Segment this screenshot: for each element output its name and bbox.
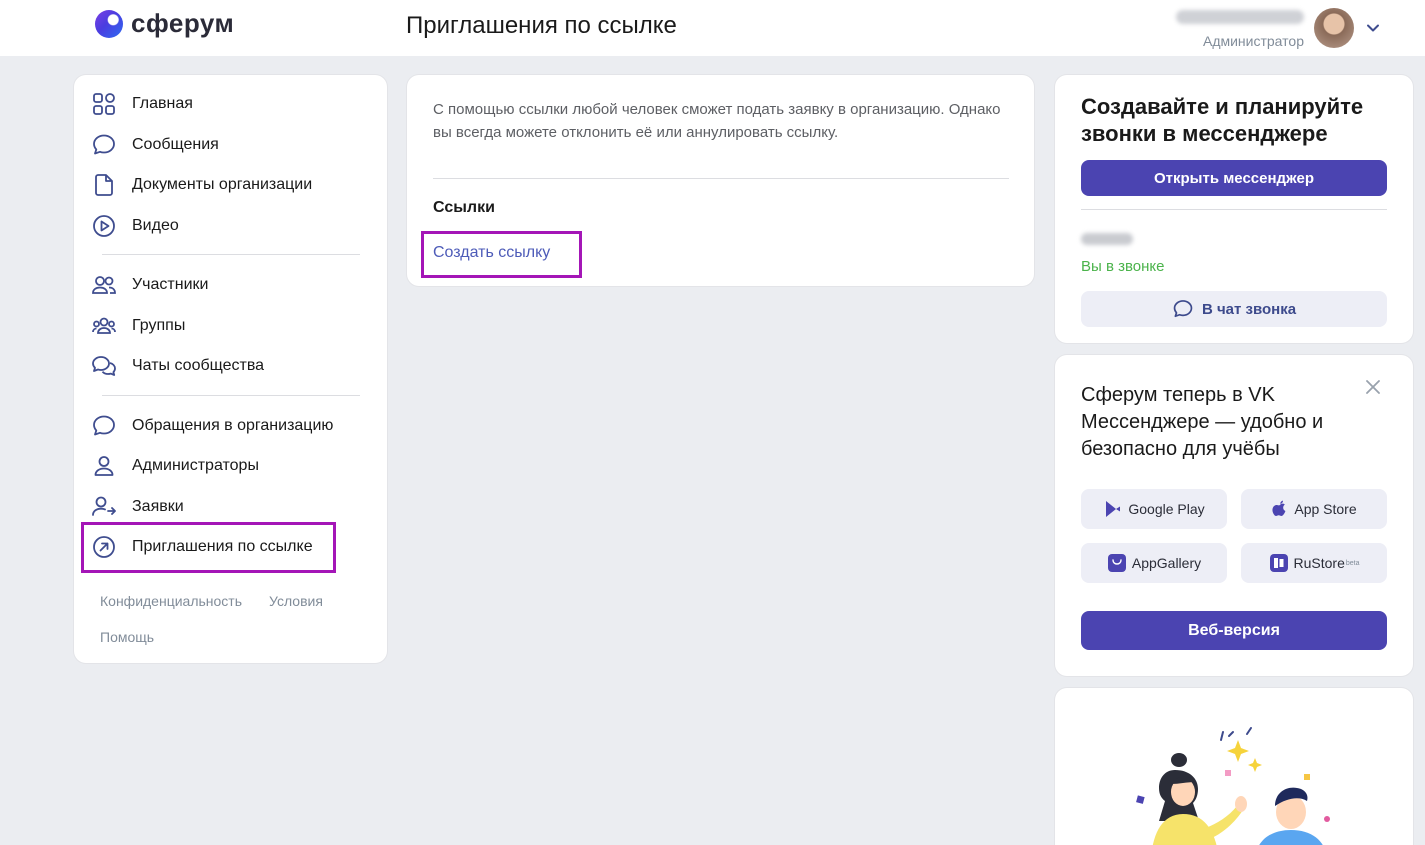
sidebar-item-label: Видео [132,217,179,234]
app-gallery-icon [1107,553,1127,573]
app-gallery-label: AppGallery [1131,555,1202,571]
links-section-title: Ссылки [433,199,495,216]
user-menu[interactable]: Администратор [1176,6,1380,49]
chats-icon [90,352,118,380]
app-store-label: App Store [1294,501,1357,517]
app-gallery-button[interactable]: AppGallery [1081,543,1227,583]
user-role: Администратор [1202,33,1304,49]
calls-card: Создавайте и планируйте звонки в мессенд… [1055,75,1413,343]
illustration-card [1055,688,1413,845]
call-name-blurred [1081,233,1133,245]
top-header: сферум Приглашения по ссылке Администрат… [0,0,1425,56]
user-icon [90,452,118,480]
sidebar-item-label: Администраторы [132,457,259,474]
sidebar: Главная Сообщения Документы организации … [74,75,387,663]
help-link[interactable]: Помощь [100,629,154,645]
message-icon [90,131,118,159]
sidebar-item-groups[interactable]: Группы [90,308,185,344]
sidebar-item-requests[interactable]: Заявки [90,489,184,525]
logo-text: сферум [131,8,235,38]
page-title: Приглашения по ссылке [406,12,677,39]
call-chat-button[interactable]: В чат звонка [1081,291,1387,327]
sidebar-item-admins[interactable]: Администраторы [90,448,259,484]
groups-icon [90,312,118,340]
rustore-button[interactable]: RuStore beta [1241,543,1387,583]
message-icon [90,412,118,440]
apple-icon [1271,499,1289,519]
sidebar-item-label: Сообщения [132,136,219,153]
rustore-icon [1269,553,1289,573]
sidebar-item-label: Чаты сообщества [132,357,265,374]
google-play-label: Google Play [1128,501,1205,517]
sidebar-item-appeals[interactable]: Обращения в организацию [90,408,333,444]
google-play-icon [1103,499,1123,519]
open-messenger-button[interactable]: Открыть мессенджер [1081,160,1387,196]
sidebar-item-label: Обращения в организацию [132,417,334,434]
document-icon [90,171,118,199]
sidebar-item-label: Документы организации [132,176,313,193]
people-illustration [1136,727,1330,845]
web-version-button[interactable]: Веб-версия [1081,611,1387,650]
divider [433,178,1009,179]
sidebar-item-home[interactable]: Главная [90,86,193,122]
messenger-promo-card: Сферум теперь в VK Мессенджере — удобно … [1055,355,1413,676]
user-name-blurred [1176,10,1304,24]
invite-links-card: С помощью ссылки любой человек сможет по… [407,75,1034,286]
grid-icon [90,90,118,118]
terms-link[interactable]: Условия [269,593,323,609]
sidebar-item-label: Главная [132,95,193,112]
google-play-button[interactable]: Google Play [1081,489,1227,529]
promo-title: Сферум теперь в VK Мессенджере — удобно … [1081,384,1324,460]
sidebar-item-label: Группы [132,317,186,334]
divider [102,254,360,255]
play-icon [90,212,118,240]
description-text: С помощью ссылки любой человек сможет по… [433,101,1001,141]
chevron-down-icon[interactable] [1366,21,1380,35]
privacy-link[interactable]: Конфиденциальность [100,593,242,609]
call-status: Вы в звонке [1081,258,1165,275]
divider [1081,209,1387,210]
sidebar-item-label: Участники [132,276,209,293]
close-icon[interactable] [1363,377,1383,397]
user-arrow-icon [90,493,118,521]
sidebar-item-video[interactable]: Видео [90,208,179,244]
sidebar-item-members[interactable]: Участники [90,267,208,303]
sidebar-item-documents[interactable]: Документы организации [90,167,312,203]
call-chat-label: В чат звонка [1201,300,1297,318]
rustore-beta-badge: beta [1345,559,1360,567]
users-icon [90,271,118,299]
sidebar-item-label: Заявки [132,498,184,515]
sidebar-item-community-chats[interactable]: Чаты сообщества [90,348,264,384]
logo[interactable]: сферум [95,8,234,39]
app-store-button[interactable]: App Store [1241,489,1387,529]
highlight-box [81,522,336,573]
avatar[interactable] [1314,7,1354,48]
sidebar-item-messages[interactable]: Сообщения [90,127,219,163]
highlight-box [421,231,582,278]
rustore-label: RuStore [1293,555,1345,571]
divider [102,395,360,396]
logo-icon [95,9,123,38]
calls-card-title: Создавайте и планируйте звонки в мессенд… [1081,94,1364,146]
message-icon [1173,300,1193,318]
